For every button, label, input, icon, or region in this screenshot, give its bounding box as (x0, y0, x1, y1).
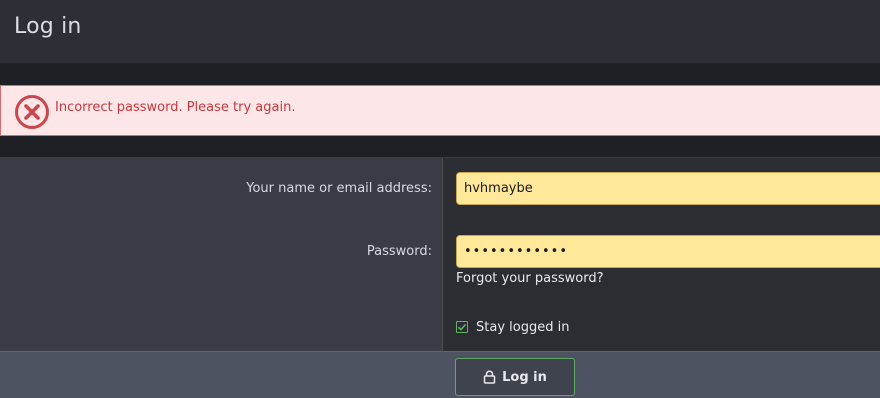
form-footer: Log in (0, 351, 880, 398)
forgot-password-link[interactable]: Forgot your password? (456, 271, 604, 286)
error-banner: Incorrect password. Please try again. (0, 85, 880, 136)
login-form: Your name or email address: hvhmaybe Pas… (0, 157, 880, 352)
error-circle-x-icon (14, 94, 50, 130)
login-button[interactable]: Log in (455, 358, 575, 396)
error-message: Incorrect password. Please try again. (55, 100, 296, 115)
password-input[interactable]: •••••••••••• (456, 235, 880, 268)
page-header: Log in (0, 0, 880, 64)
login-page: Log in Incorrect password. Please try ag… (0, 0, 880, 398)
login-button-label: Log in (502, 369, 547, 385)
stay-logged-in-label: Stay logged in (476, 319, 570, 335)
stay-logged-in-toggle[interactable]: Stay logged in (456, 319, 569, 335)
username-label: Your name or email address: (246, 181, 432, 196)
username-input[interactable]: hvhmaybe (456, 172, 880, 205)
page-title: Log in (14, 14, 82, 39)
stay-logged-in-checkbox[interactable] (456, 321, 468, 333)
check-icon (457, 323, 467, 331)
lock-icon (483, 370, 496, 384)
password-label: Password: (366, 244, 432, 259)
